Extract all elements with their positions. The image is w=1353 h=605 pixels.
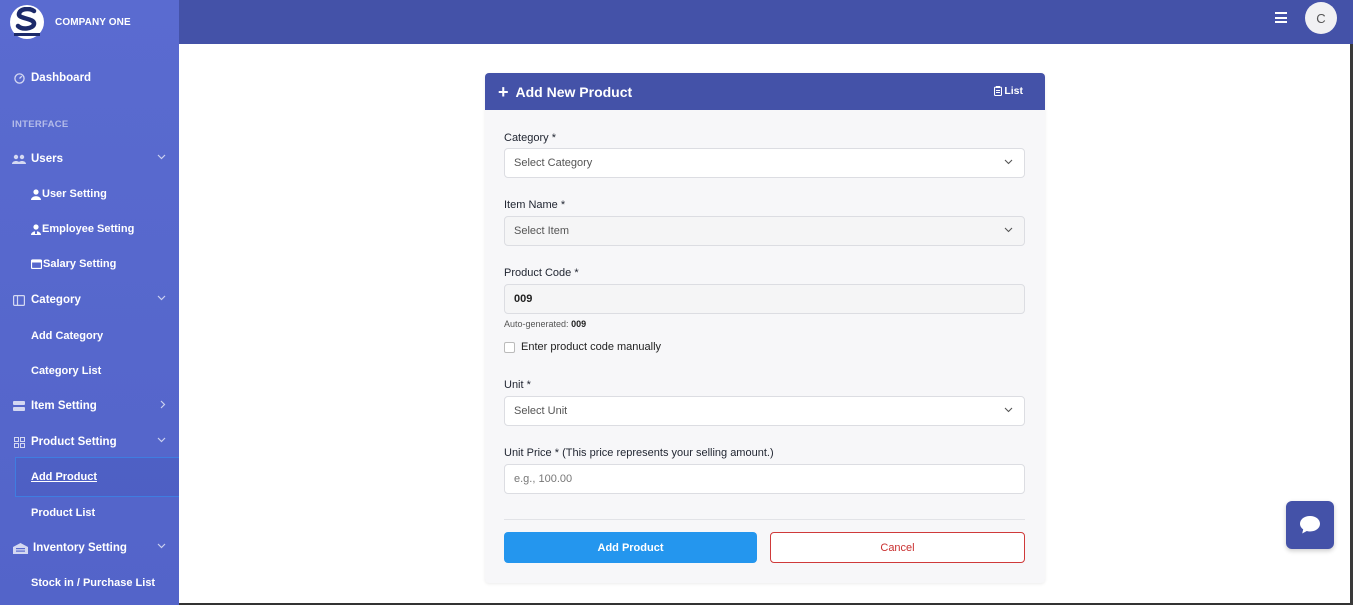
product-code-label: Product Code *	[504, 267, 579, 279]
dashboard-icon	[12, 71, 26, 85]
auto-generated-hint: Auto-generated: 009	[504, 319, 586, 329]
company-logo-icon	[10, 5, 44, 39]
divider	[504, 519, 1025, 520]
sidebar-item-add-product[interactable]: Add Product	[31, 471, 97, 483]
product-code-field[interactable]	[504, 284, 1025, 314]
wallet-icon	[31, 258, 42, 270]
avatar[interactable]: C	[1305, 2, 1337, 34]
sidebar-item-category[interactable]: Category	[0, 286, 179, 314]
clipboard-icon	[994, 86, 1003, 96]
menu-icon[interactable]	[1275, 12, 1287, 24]
add-product-button[interactable]: Add Product	[504, 532, 757, 563]
manual-code-row: Enter product code manually	[504, 341, 661, 353]
chevron-down-icon	[1004, 227, 1013, 233]
server-icon	[12, 399, 26, 413]
list-link[interactable]: List	[994, 85, 1023, 97]
sidebar: COMPANY ONE Dashboard INTERFACE Users Us…	[0, 0, 179, 605]
sidebar-item-product-list[interactable]: Product List	[31, 507, 95, 519]
chevron-right-icon	[160, 400, 166, 409]
sidebar-item-item-setting[interactable]: Item Setting	[0, 392, 179, 420]
add-product-card: + Add New Product List Category * Select…	[485, 73, 1045, 583]
chevron-down-icon	[157, 154, 166, 160]
brand[interactable]: COMPANY ONE	[0, 0, 179, 44]
warehouse-icon	[12, 541, 28, 555]
chevron-down-icon	[157, 543, 166, 549]
sidebar-item-stock-in[interactable]: Stock in / Purchase List	[31, 577, 155, 589]
card-header: + Add New Product List	[485, 73, 1045, 110]
section-label-interface: INTERFACE	[12, 119, 69, 130]
sidebar-item-label: Dashboard	[31, 72, 92, 84]
category-select[interactable]: Select Category	[504, 148, 1025, 178]
company-name: COMPANY ONE	[55, 16, 131, 28]
manual-code-label: Enter product code manually	[521, 341, 662, 353]
sidebar-item-label: Category	[31, 294, 81, 306]
employee-icon	[31, 223, 41, 235]
unit-label: Unit *	[504, 379, 531, 391]
cancel-button[interactable]: Cancel	[770, 532, 1025, 563]
sidebar-item-label: Inventory Setting	[33, 542, 127, 554]
item-select-value: Select Item	[514, 225, 570, 237]
chevron-down-icon	[157, 295, 166, 301]
sidebar-item-product-setting[interactable]: Product Setting	[0, 428, 179, 456]
columns-icon	[12, 293, 26, 307]
sidebar-item-label: Product Setting	[31, 436, 117, 448]
unit-price-input[interactable]	[514, 473, 1024, 485]
sidebar-item-salary-setting[interactable]: Salary Setting	[31, 258, 116, 270]
sidebar-item-label: User Setting	[42, 188, 107, 200]
auto-generated-prefix: Auto-generated:	[504, 319, 569, 329]
chevron-down-icon	[1004, 407, 1013, 413]
sidebar-item-user-setting[interactable]: User Setting	[31, 188, 107, 200]
sidebar-item-label: Users	[31, 153, 63, 165]
sidebar-item-category-list[interactable]: Category List	[31, 365, 101, 377]
manual-code-checkbox[interactable]	[504, 341, 515, 353]
product-code-input[interactable]	[514, 293, 1024, 305]
unit-select-value: Select Unit	[514, 405, 568, 417]
chat-icon	[1300, 516, 1320, 534]
user-icon	[31, 188, 41, 200]
category-label: Category *	[504, 132, 556, 144]
item-name-label: Item Name *	[504, 199, 566, 211]
grid-icon	[12, 435, 26, 449]
list-link-label: List	[1004, 85, 1023, 97]
unit-price-label: Unit Price * (This price represents your…	[504, 447, 774, 459]
users-icon	[12, 152, 26, 166]
auto-generated-value: 009	[571, 319, 587, 329]
chevron-down-icon	[157, 437, 166, 443]
sidebar-item-employee-setting[interactable]: Employee Setting	[31, 223, 134, 235]
sidebar-item-inventory-setting[interactable]: Inventory Setting	[0, 534, 179, 562]
category-select-value: Select Category	[514, 157, 593, 169]
page-title: Add New Product	[515, 83, 633, 100]
sidebar-item-label: Salary Setting	[43, 258, 117, 270]
chevron-down-icon	[1004, 159, 1013, 165]
chat-button[interactable]	[1286, 501, 1334, 549]
plus-icon: +	[498, 81, 509, 102]
sidebar-item-label: Item Setting	[31, 400, 97, 412]
unit-price-field[interactable]	[504, 464, 1025, 494]
item-select[interactable]: Select Item	[504, 216, 1025, 246]
sidebar-item-dashboard[interactable]: Dashboard	[0, 64, 179, 92]
unit-select[interactable]: Select Unit	[504, 396, 1025, 426]
sidebar-item-add-category[interactable]: Add Category	[31, 330, 103, 342]
sidebar-item-users[interactable]: Users	[0, 145, 179, 173]
topbar: C	[179, 0, 1353, 44]
sidebar-item-label: Employee Setting	[42, 223, 135, 235]
